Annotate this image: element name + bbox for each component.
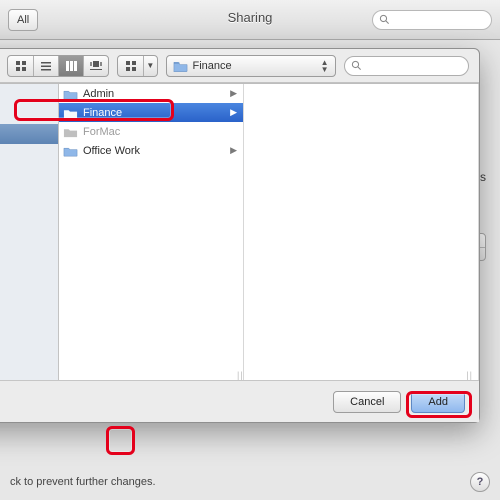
folder-icon <box>63 107 78 119</box>
column-resize-handle[interactable]: || <box>237 370 244 380</box>
path-popup[interactable]: Finance ▲▼ <box>166 55 336 77</box>
column-browser: Admin ▶ Finance ▶ ForMac Office Wor <box>59 84 479 380</box>
arrange-group: ▼ <box>117 55 157 77</box>
lock-text: ck to prevent further changes. <box>10 476 156 488</box>
folder-label: Admin <box>83 88 114 100</box>
folder-label: ForMac <box>83 126 120 138</box>
sidebar-item[interactable]: cations <box>0 104 58 124</box>
chevron-right-icon: ▶ <box>230 145 237 156</box>
list-view-icon <box>40 60 52 72</box>
sidebar-item[interactable]: loads <box>0 164 58 184</box>
icon-view-button[interactable] <box>8 56 33 76</box>
folder-icon <box>173 60 188 72</box>
list-view-button[interactable] <box>33 56 58 76</box>
path-label: Finance <box>193 60 232 72</box>
folder-row[interactable]: ForMac <box>59 122 243 141</box>
column-resize-handle[interactable]: || <box>466 370 473 380</box>
lock-row: ck to prevent further changes. ? <box>10 472 490 492</box>
sidebar-item[interactable]: y Files <box>0 84 58 104</box>
sidebar-item[interactable]: ments <box>0 144 58 164</box>
column-view-icon <box>65 60 77 72</box>
folder-row[interactable]: Finance ▶ <box>59 103 243 122</box>
add-button[interactable]: Add <box>411 391 465 413</box>
sidebar-item[interactable]: top <box>0 124 58 144</box>
help-button[interactable]: ? <box>470 472 490 492</box>
chevron-right-icon: ▶ <box>230 107 237 118</box>
sidebar-item[interactable]: c <box>0 204 58 224</box>
toolbar-search-field[interactable] <box>372 10 492 30</box>
window-toolbar: All Sharing <box>0 0 500 40</box>
folder-row[interactable]: Admin ▶ <box>59 84 243 103</box>
coverflow-view-button[interactable] <box>83 56 108 76</box>
sidebar-favorites-list: y Files cations top ments loads es c es … <box>0 84 58 264</box>
arrange-button[interactable] <box>118 56 143 76</box>
arrange-menu-button[interactable]: ▼ <box>143 56 156 76</box>
sheet-body: y Files cations top ments loads es c es … <box>0 83 479 380</box>
folder-label: Office Work <box>83 145 140 157</box>
sidebar-section-header: Sharing <box>0 264 58 283</box>
view-mode-segmented <box>7 55 109 77</box>
search-icon <box>351 60 362 71</box>
popup-arrows-icon: ▲▼ <box>321 59 329 73</box>
sheet-footer: Cancel Add <box>0 380 479 422</box>
sheet-toolbar: ◀ ▶ ▼ Finance ▲▼ <box>0 49 479 83</box>
sidebar-item[interactable]: es <box>0 184 58 204</box>
coverflow-view-icon <box>89 60 103 72</box>
cancel-button[interactable]: Cancel <box>333 391 401 413</box>
search-icon <box>379 14 390 25</box>
column-view-button[interactable] <box>58 56 83 76</box>
sidebar: y Files cations top ments loads es c es … <box>0 84 59 380</box>
file-chooser-sheet: ◀ ▶ ▼ Finance ▲▼ <box>0 48 480 423</box>
icon-view-icon <box>15 60 27 72</box>
chevron-right-icon: ▶ <box>230 88 237 99</box>
show-all-button[interactable]: All <box>8 9 38 31</box>
folder-label: Finance <box>83 107 122 119</box>
sheet-search-field[interactable] <box>344 56 469 76</box>
folder-icon <box>63 145 78 157</box>
browser-column-2[interactable] <box>244 84 479 380</box>
sidebar-item[interactable]: ac <box>0 244 58 264</box>
browser-column-1[interactable]: Admin ▶ Finance ▶ ForMac Office Wor <box>59 84 244 380</box>
folder-icon <box>63 88 78 100</box>
folder-row[interactable]: Office Work ▶ <box>59 141 243 160</box>
folder-icon <box>63 126 78 138</box>
arrange-icon <box>125 60 137 72</box>
sidebar-item[interactable]: es <box>0 224 58 244</box>
